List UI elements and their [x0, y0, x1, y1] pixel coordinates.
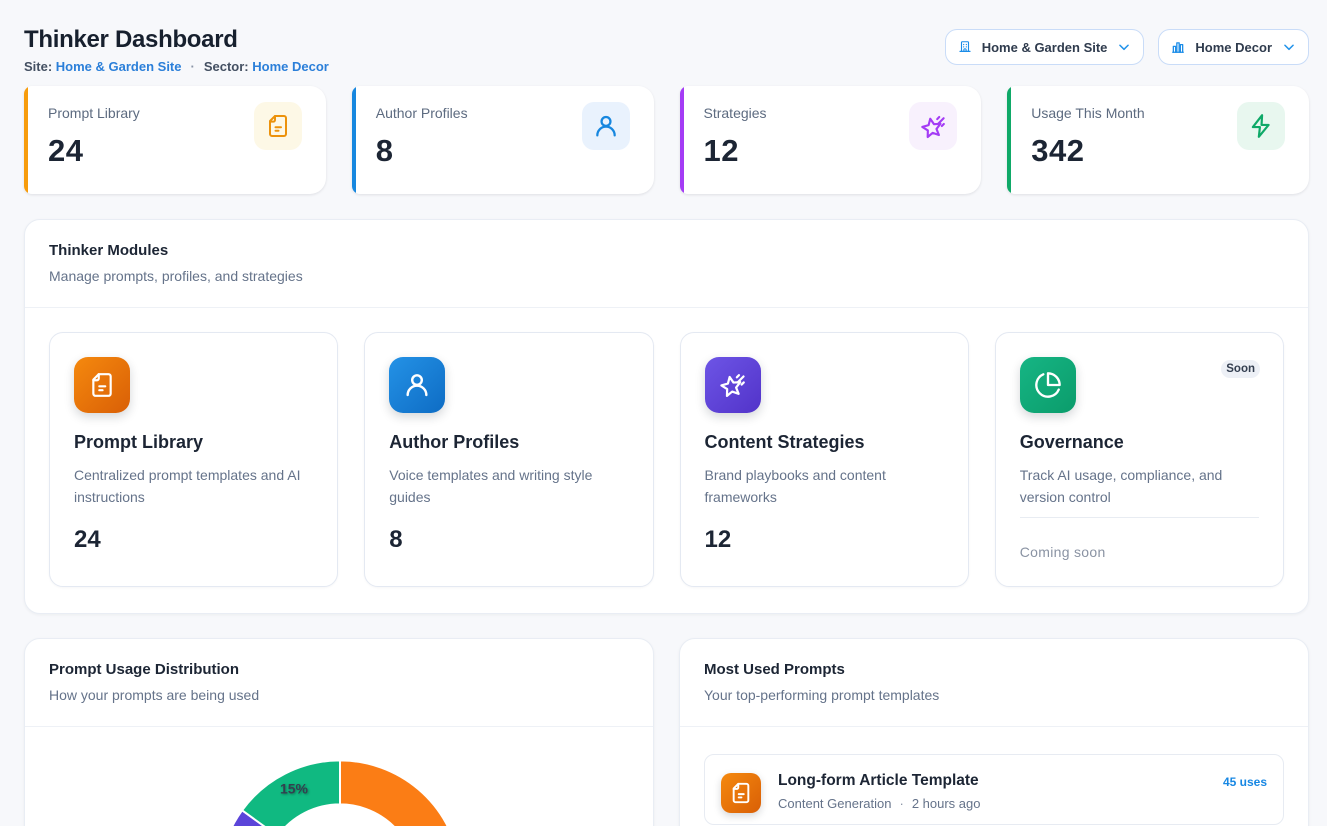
svg-text:15%: 15%: [280, 781, 309, 797]
